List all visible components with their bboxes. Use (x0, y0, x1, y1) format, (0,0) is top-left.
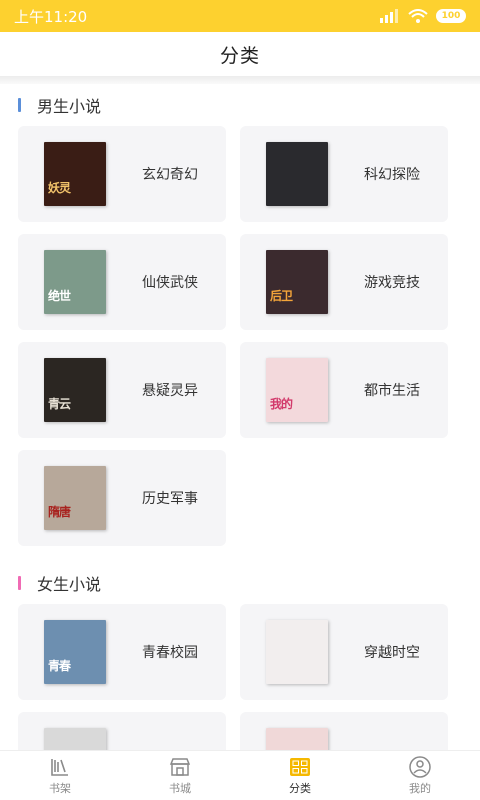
battery-icon: 100 (436, 9, 466, 23)
cover-title: 青云 (48, 397, 71, 411)
category-card[interactable]: 妖灵 玄幻奇幻 (18, 126, 226, 222)
category-card[interactable]: 穿越时空 (240, 604, 448, 700)
category-label: 科幻探险 (364, 167, 420, 183)
bottom-tab-bar: 书架 书城 分类 我的 (0, 750, 480, 800)
tab-label: 书城 (169, 781, 191, 795)
tab-bookshelf[interactable]: 书架 (0, 751, 120, 800)
tab-label: 分类 (289, 781, 311, 795)
section-title: 女生小说 (37, 575, 102, 594)
category-card[interactable]: 我的 都市生活 (240, 342, 448, 438)
status-time: 上午11:20 (14, 7, 88, 26)
book-cover-front: 后卫 (266, 250, 328, 314)
book-cover-front (266, 728, 328, 750)
cover-title: 我的 (270, 397, 293, 411)
signal-icon (380, 9, 400, 23)
tab-label: 书架 (49, 781, 71, 795)
category-card[interactable]: 科幻探险 (240, 126, 448, 222)
cover-title: 隋唐 (48, 505, 71, 519)
tab-label: 我的 (409, 781, 431, 795)
header-divider (0, 76, 480, 84)
wifi-icon (408, 9, 428, 23)
category-grid-icon (287, 756, 313, 778)
cover-title: 绝世 (48, 289, 71, 303)
book-cover-front: 青云 (44, 358, 106, 422)
book-cover-front (44, 728, 106, 750)
tab-profile[interactable]: 我的 (360, 751, 480, 800)
category-label: 都市生活 (364, 383, 420, 399)
bookstore-icon (167, 756, 193, 778)
category-label: 悬疑灵异 (142, 383, 198, 399)
book-cover-front: 青春 (44, 620, 106, 684)
section-header: 男生小说 (18, 94, 101, 116)
category-label: 玄幻奇幻 (142, 167, 198, 183)
category-card[interactable]: 后卫 游戏竞技 (240, 234, 448, 330)
book-cover-front: 绝世 (44, 250, 106, 314)
section-accent-bar (18, 98, 21, 112)
book-cover-front: 隋唐 (44, 466, 106, 530)
cover-title: 青春 (48, 659, 71, 673)
category-label: 游戏竞技 (364, 275, 420, 291)
category-card[interactable]: 绝世 仙侠武侠 (18, 234, 226, 330)
status-icons: 100 (380, 9, 466, 23)
category-card[interactable]: 青春 青春校园 (18, 604, 226, 700)
category-card[interactable]: 隋唐 历史军事 (18, 450, 226, 546)
category-card[interactable]: 青云 悬疑灵异 (18, 342, 226, 438)
profile-icon (407, 755, 433, 778)
cover-title: 后卫 (270, 289, 293, 303)
section-accent-bar (18, 576, 21, 590)
page-title: 分类 (219, 44, 260, 67)
section-header: 女生小说 (18, 572, 101, 594)
category-card[interactable] (240, 712, 448, 750)
book-cover-front: 妖灵 (44, 142, 106, 206)
book-cover-front (266, 142, 328, 206)
status-bar: 上午11:20 100 (0, 0, 480, 32)
category-label: 仙侠武侠 (142, 275, 198, 291)
bookshelf-icon (47, 756, 73, 778)
book-cover-front: 我的 (266, 358, 328, 422)
book-cover-front (266, 620, 328, 684)
category-label: 历史军事 (142, 491, 198, 507)
tab-bookstore[interactable]: 书城 (120, 751, 240, 800)
section-title: 男生小说 (37, 97, 102, 116)
page-header: 分类 (0, 32, 480, 76)
category-label: 穿越时空 (364, 645, 420, 661)
category-label: 青春校园 (142, 645, 198, 661)
tab-category[interactable]: 分类 (240, 751, 360, 800)
cover-title: 妖灵 (48, 181, 71, 195)
category-content[interactable]: 男生小说 妖灵 玄幻奇幻 科幻探险 绝世 仙侠武侠 后卫 游戏竞技 青云 悬疑灵异 我的 都市生活 隋唐… (0, 84, 480, 750)
category-card[interactable] (18, 712, 226, 750)
